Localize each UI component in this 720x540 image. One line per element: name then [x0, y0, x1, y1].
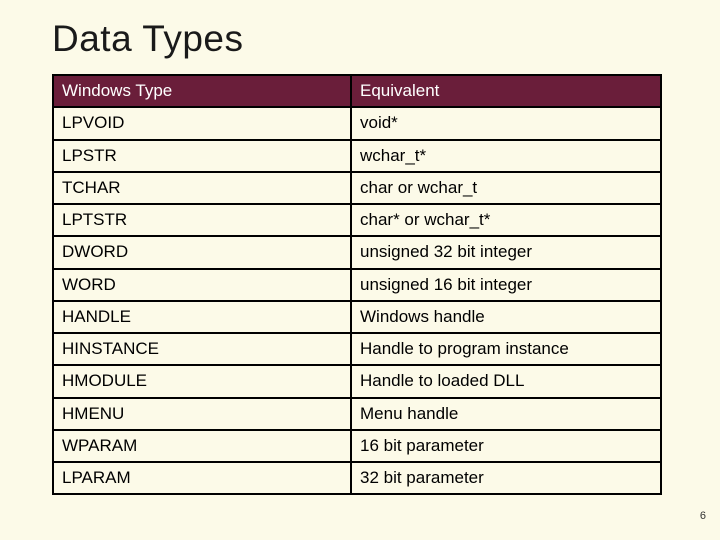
table-row: DWORD unsigned 32 bit integer — [53, 236, 661, 268]
cell-equivalent: Windows handle — [351, 301, 661, 333]
cell-windows-type: WORD — [53, 269, 351, 301]
page-number: 6 — [700, 510, 706, 522]
cell-windows-type: WPARAM — [53, 430, 351, 462]
cell-windows-type: DWORD — [53, 236, 351, 268]
cell-equivalent: void* — [351, 107, 661, 139]
cell-equivalent: 32 bit parameter — [351, 462, 661, 494]
table-row: HINSTANCE Handle to program instance — [53, 333, 661, 365]
cell-windows-type: HANDLE — [53, 301, 351, 333]
cell-windows-type: LPSTR — [53, 140, 351, 172]
table-row: HMENU Menu handle — [53, 398, 661, 430]
slide: Data Types Windows Type Equivalent LPVOI… — [0, 0, 720, 540]
cell-windows-type: HMODULE — [53, 365, 351, 397]
cell-equivalent: 16 bit parameter — [351, 430, 661, 462]
data-types-table: Windows Type Equivalent LPVOID void* LPS… — [52, 74, 662, 495]
header-windows-type: Windows Type — [53, 75, 351, 107]
cell-windows-type: TCHAR — [53, 172, 351, 204]
cell-equivalent: wchar_t* — [351, 140, 661, 172]
table-row: HANDLE Windows handle — [53, 301, 661, 333]
cell-equivalent: Menu handle — [351, 398, 661, 430]
cell-windows-type: LPARAM — [53, 462, 351, 494]
cell-windows-type: LPTSTR — [53, 204, 351, 236]
table-row: LPARAM 32 bit parameter — [53, 462, 661, 494]
table-row: LPSTR wchar_t* — [53, 140, 661, 172]
cell-equivalent: unsigned 32 bit integer — [351, 236, 661, 268]
table-row: TCHAR char or wchar_t — [53, 172, 661, 204]
table-body: LPVOID void* LPSTR wchar_t* TCHAR char o… — [53, 107, 661, 494]
cell-equivalent: char or wchar_t — [351, 172, 661, 204]
table-row: LPTSTR char* or wchar_t* — [53, 204, 661, 236]
page-title: Data Types — [52, 18, 680, 60]
cell-equivalent: unsigned 16 bit integer — [351, 269, 661, 301]
cell-equivalent: char* or wchar_t* — [351, 204, 661, 236]
cell-windows-type: HINSTANCE — [53, 333, 351, 365]
table-row: HMODULE Handle to loaded DLL — [53, 365, 661, 397]
table-row: WPARAM 16 bit parameter — [53, 430, 661, 462]
cell-equivalent: Handle to program instance — [351, 333, 661, 365]
cell-windows-type: HMENU — [53, 398, 351, 430]
table-header-row: Windows Type Equivalent — [53, 75, 661, 107]
cell-equivalent: Handle to loaded DLL — [351, 365, 661, 397]
table-row: LPVOID void* — [53, 107, 661, 139]
table-row: WORD unsigned 16 bit integer — [53, 269, 661, 301]
cell-windows-type: LPVOID — [53, 107, 351, 139]
header-equivalent: Equivalent — [351, 75, 661, 107]
